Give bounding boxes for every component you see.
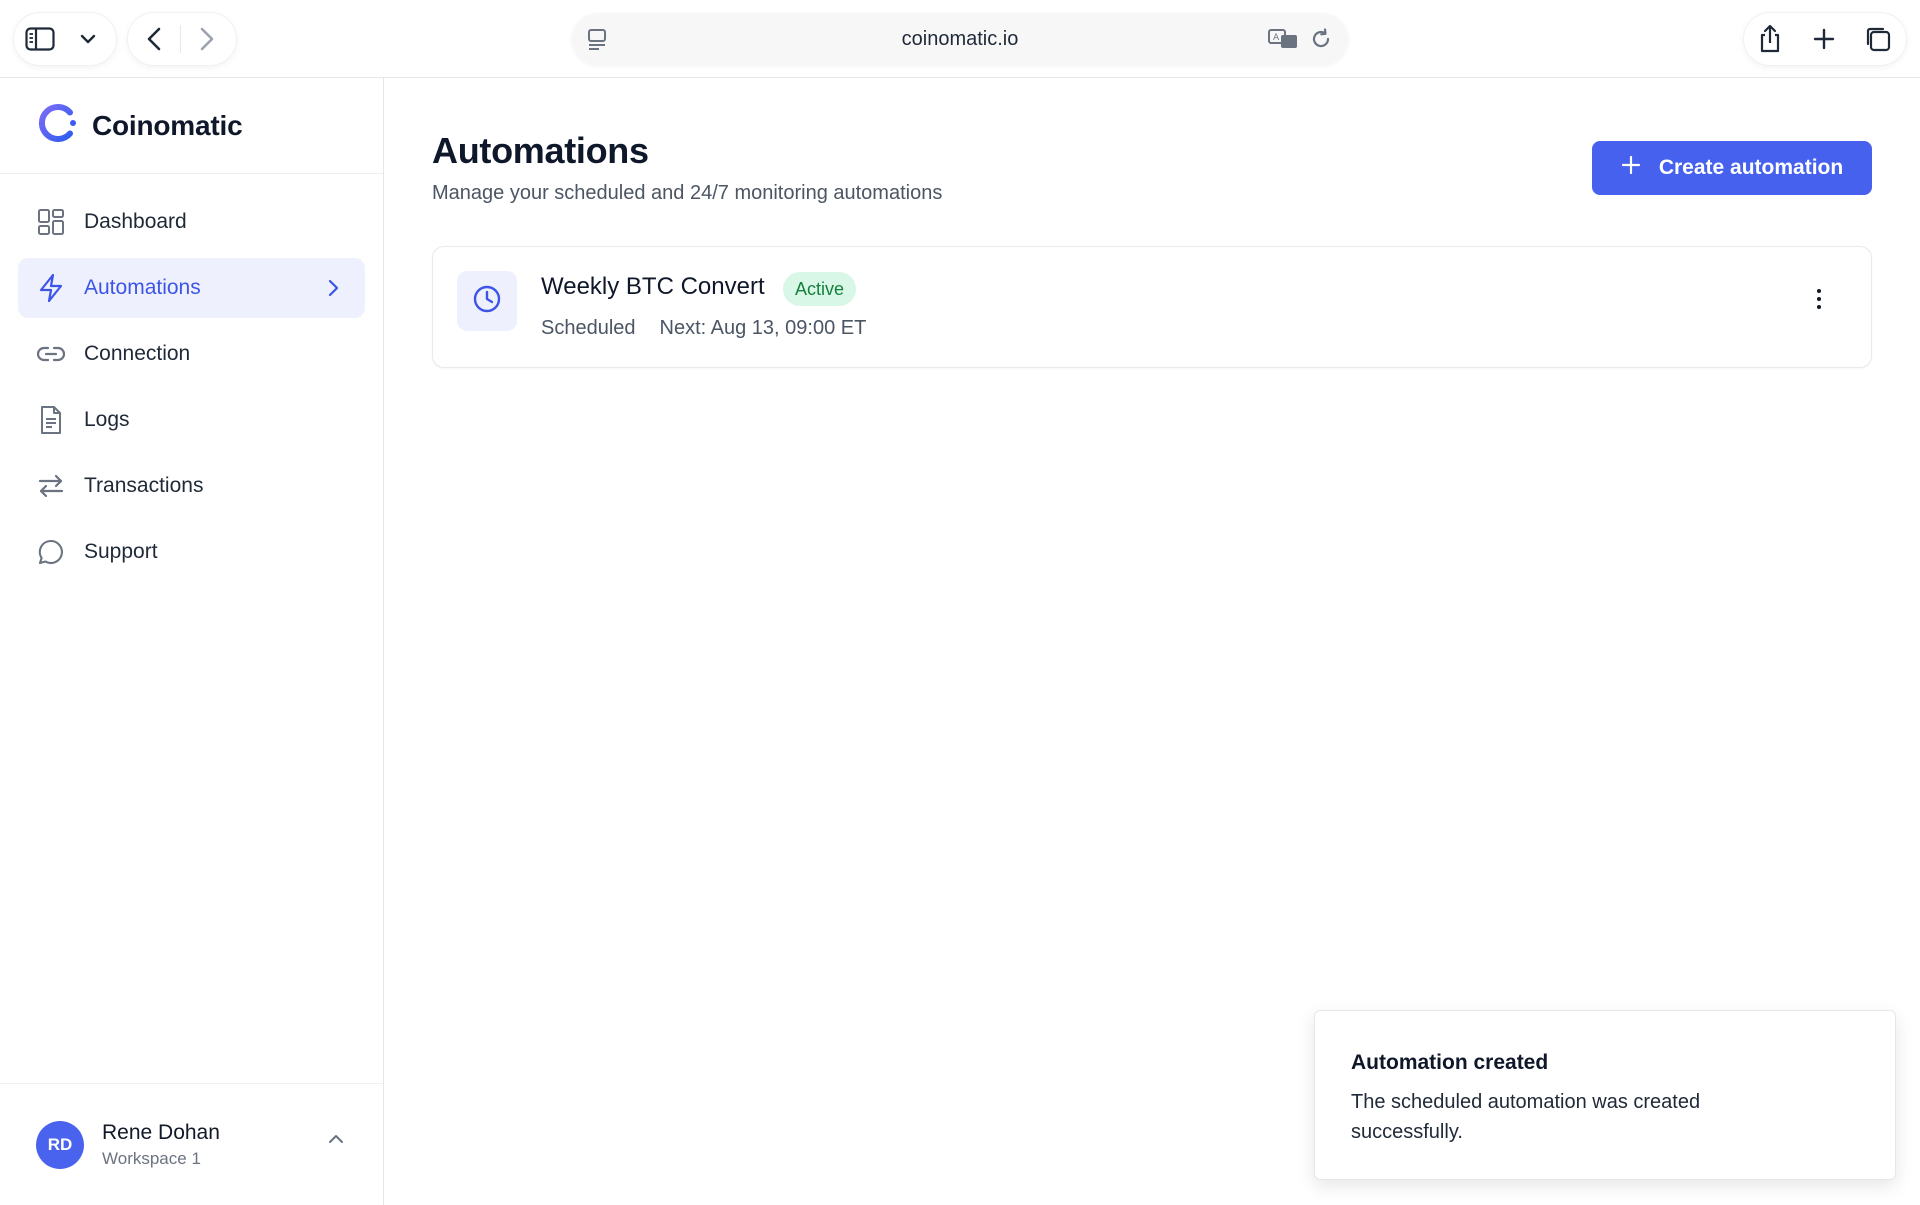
- status-badge: Active: [783, 272, 857, 306]
- more-options-icon[interactable]: [1807, 285, 1831, 313]
- create-automation-label: Create automation: [1658, 156, 1844, 179]
- translate-icon[interactable]: A: [1268, 24, 1298, 54]
- sidebar-item-label: Automations: [84, 276, 201, 299]
- workspace-name: Workspace 1: [102, 1148, 201, 1168]
- user-info: Rene Dohan Workspace 1: [102, 1121, 220, 1169]
- svg-text:A: A: [1273, 33, 1280, 43]
- sidebar-item-transactions[interactable]: Transactions: [18, 456, 365, 516]
- url-text: coinomatic.io: [901, 28, 1019, 50]
- sidebar-item-label: Logs: [84, 408, 130, 431]
- automation-name: Weekly BTC Convert: [541, 273, 765, 300]
- chevron-down-icon[interactable]: [66, 13, 110, 65]
- dashboard-grid-icon: [36, 207, 66, 237]
- sidebar-toggle-icon[interactable]: [14, 13, 66, 65]
- automation-next-run: Next: Aug 13, 09:00 ET: [659, 317, 867, 339]
- avatar: RD: [36, 1120, 84, 1169]
- swap-arrows-icon: [36, 471, 66, 501]
- page-title: Automations: [432, 130, 649, 171]
- document-icon: [36, 405, 66, 435]
- brand-name: Coinomatic: [92, 109, 243, 141]
- plus-icon: [1621, 155, 1641, 181]
- user-name: Rene Dohan: [102, 1120, 220, 1144]
- tab-overview-icon[interactable]: [1852, 13, 1904, 65]
- coinomatic-logo-icon: [36, 102, 78, 149]
- sidebar-item-label: Transactions: [84, 474, 204, 497]
- toast-message: The scheduled automation was created suc…: [1351, 1091, 1701, 1143]
- automation-card[interactable]: Weekly BTC Convert Active Scheduled Next…: [432, 246, 1872, 368]
- address-bar[interactable]: coinomatic.io A: [572, 13, 1348, 65]
- sidebar-item-support[interactable]: Support: [18, 522, 365, 582]
- browser-toolbar: coinomatic.io A: [0, 0, 1920, 78]
- automation-type: Scheduled: [541, 317, 636, 339]
- toast-title: Automation created: [1351, 1051, 1549, 1074]
- sidebar-toggle-group: [14, 13, 116, 65]
- forward-arrow-icon[interactable]: [181, 13, 233, 65]
- sidebar: Coinomatic Dashboard Automations Connect…: [0, 78, 384, 1205]
- sidebar-item-logs[interactable]: Logs: [18, 390, 365, 450]
- sidebar-item-label: Support: [84, 540, 158, 563]
- sidebar-item-dashboard[interactable]: Dashboard: [18, 192, 365, 252]
- sidebar-item-label: Connection: [84, 342, 191, 365]
- user-menu[interactable]: RD Rene Dohan Workspace 1: [0, 1083, 383, 1205]
- sidebar-nav: Dashboard Automations Connection Logs Tr…: [0, 174, 383, 582]
- window-actions-group: [1744, 13, 1906, 65]
- create-automation-button[interactable]: Create automation: [1592, 141, 1872, 195]
- sidebar-item-label: Dashboard: [84, 210, 187, 233]
- link-icon: [36, 339, 66, 369]
- chevron-up-icon: [327, 1132, 345, 1150]
- automation-icon-tile: [457, 271, 517, 331]
- chat-bubble-icon: [36, 537, 66, 567]
- clock-icon: [472, 284, 502, 319]
- chevron-right-icon: [321, 276, 345, 300]
- sidebar-item-automations[interactable]: Automations: [18, 258, 365, 318]
- page-subtitle: Manage your scheduled and 24/7 monitorin…: [432, 182, 943, 204]
- back-arrow-icon[interactable]: [128, 13, 180, 65]
- toast-notification: Automation created The scheduled automat…: [1314, 1010, 1896, 1180]
- reload-icon[interactable]: [1306, 24, 1336, 54]
- automation-meta: Scheduled Next: Aug 13, 09:00 ET: [541, 317, 866, 340]
- sidebar-item-connection[interactable]: Connection: [18, 324, 365, 384]
- brand[interactable]: Coinomatic: [0, 78, 383, 174]
- lightning-bolt-icon: [36, 273, 66, 303]
- history-nav-group: [128, 13, 236, 65]
- share-icon[interactable]: [1744, 13, 1796, 65]
- new-tab-plus-icon[interactable]: [1798, 13, 1850, 65]
